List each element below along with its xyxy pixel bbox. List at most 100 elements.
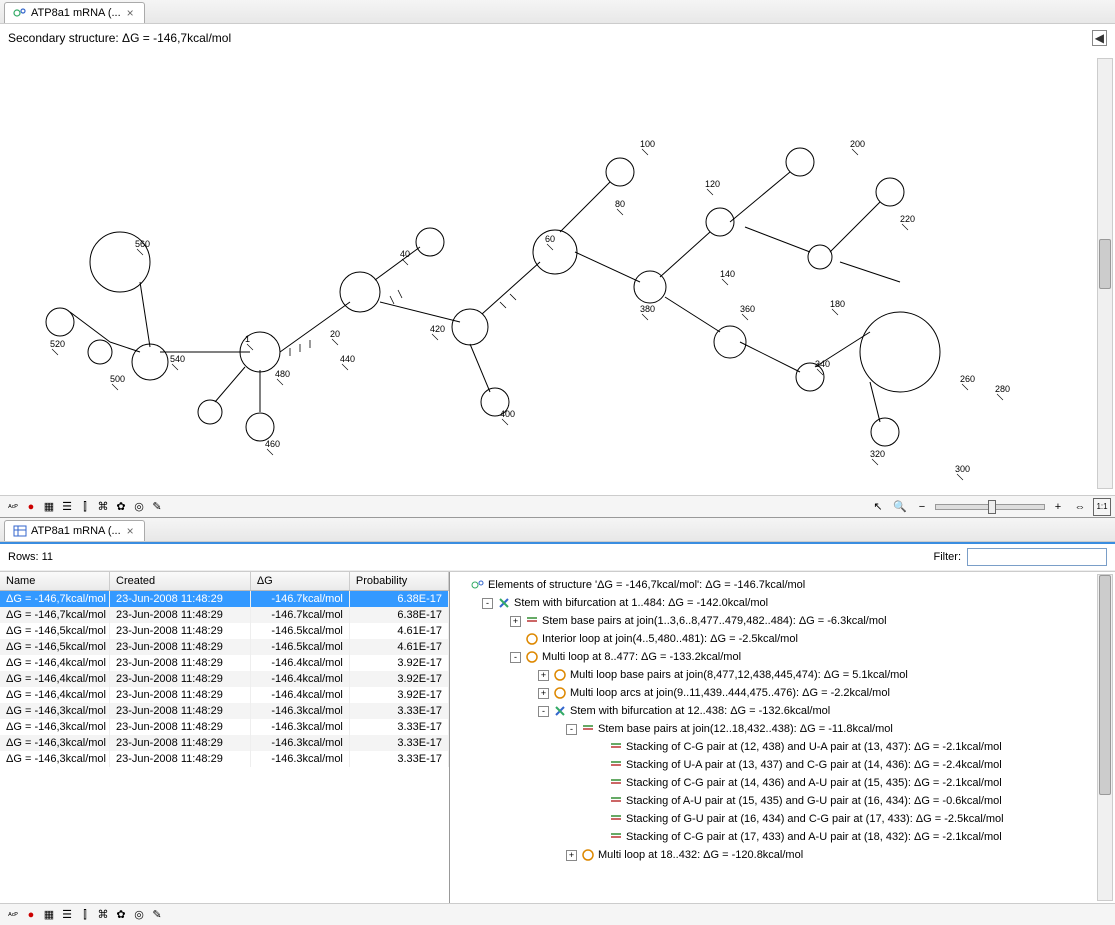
structure-tree-pane[interactable]: Elements of structure 'ΔG = -146,7kcal/m… xyxy=(450,572,1115,903)
structure-viewer[interactable]: 1204060801001201401802002202602803003203… xyxy=(0,52,1115,495)
tree-node[interactable]: -Multi loop at 8..477: ΔG = -133.2kcal/m… xyxy=(454,648,1111,666)
tree-node-label: Stem base pairs at join(12..18,432..438)… xyxy=(598,723,893,735)
histogram-icon[interactable]: ⫿ xyxy=(76,498,94,516)
table-icon[interactable]: ▦ xyxy=(40,497,58,515)
tree-node[interactable]: Stacking of G-U pair at (16, 434) and C-… xyxy=(454,810,1111,828)
tree-scrollbar[interactable] xyxy=(1097,574,1113,901)
results-table-pane: Name Created ΔG Probability ΔG = -146,7k… xyxy=(0,572,450,903)
top-tab-bar: ATP8a1 mRNA (... × xyxy=(0,0,1115,24)
stack-icon xyxy=(525,614,539,628)
target-icon[interactable]: ◎ xyxy=(130,497,148,515)
zoom-in-icon[interactable]: 🔍 xyxy=(891,498,909,516)
expander-icon[interactable]: + xyxy=(538,688,549,699)
structure-title: Secondary structure: ΔG = -146,7kcal/mol xyxy=(8,31,231,45)
table-row[interactable]: ΔG = -146,3kcal/mol23-Jun-2008 11:48:29-… xyxy=(0,719,449,735)
table-row[interactable]: ΔG = -146,4kcal/mol23-Jun-2008 11:48:29-… xyxy=(0,655,449,671)
acp[interactable]: ᴬᶜᴾ xyxy=(4,906,22,924)
edit-icon[interactable]: ✎ xyxy=(148,905,166,923)
position-label: 80 xyxy=(615,199,625,209)
flower-icon[interactable]: ✿ xyxy=(112,497,130,515)
tree-node[interactable]: +Multi loop at 18..432: ΔG = -120.8kcal/… xyxy=(454,846,1111,864)
table-row[interactable]: ΔG = -146,3kcal/mol23-Jun-2008 11:48:29-… xyxy=(0,751,449,767)
bottom-tab[interactable]: ATP8a1 mRNA (... × xyxy=(4,520,145,541)
tree-node[interactable]: +Stem base pairs at join(1..3,6..8,477..… xyxy=(454,612,1111,630)
zoom-slider[interactable] xyxy=(935,504,1045,510)
tree-node[interactable]: Stacking of C-G pair at (12, 438) and U-… xyxy=(454,738,1111,756)
plus-icon[interactable]: + xyxy=(1049,498,1067,516)
loop-icon xyxy=(525,650,539,664)
tree-node[interactable]: Stacking of C-G pair at (17, 433) and A-… xyxy=(454,828,1111,846)
histogram-icon[interactable]: ⫿ xyxy=(76,906,94,924)
expander-icon[interactable]: + xyxy=(538,670,549,681)
table-row[interactable]: ΔG = -146,4kcal/mol23-Jun-2008 11:48:29-… xyxy=(0,687,449,703)
results-panel: ATP8a1 mRNA (... × Rows: 11 Filter: Name… xyxy=(0,518,1115,925)
tree-node-label: Multi loop base pairs at join(8,477,12,4… xyxy=(570,669,908,681)
collapse-panel-icon[interactable]: ◀ xyxy=(1092,30,1107,46)
col-dg[interactable]: ΔG xyxy=(250,572,349,591)
results-table[interactable]: Name Created ΔG Probability ΔG = -146,7k… xyxy=(0,572,449,767)
vertical-scrollbar[interactable] xyxy=(1097,58,1113,489)
position-label: 220 xyxy=(900,214,915,224)
tree-node-label: Stem with bifurcation at 12..438: ΔG = -… xyxy=(570,705,830,717)
col-prob[interactable]: Probability xyxy=(349,572,448,591)
tree-node[interactable]: Stacking of C-G pair at (14, 436) and A-… xyxy=(454,774,1111,792)
list-icon[interactable]: ☰ xyxy=(58,497,76,515)
structure-viewer-panel: ATP8a1 mRNA (... × Secondary structure: … xyxy=(0,0,1115,518)
tree-node[interactable]: -Stem with bifurcation at 1..484: ΔG = -… xyxy=(454,594,1111,612)
tree-node[interactable]: +Multi loop arcs at join(9..11,439..444,… xyxy=(454,684,1111,702)
flower-icon[interactable]: ✿ xyxy=(112,905,130,923)
one-to-one-icon[interactable]: 1:1 xyxy=(1093,498,1111,516)
expander-icon[interactable]: + xyxy=(510,616,521,627)
edit-icon[interactable]: ✎ xyxy=(148,497,166,515)
position-label: 520 xyxy=(50,339,65,349)
table-row[interactable]: ΔG = -146,7kcal/mol23-Jun-2008 11:48:29-… xyxy=(0,591,449,608)
rna-icon[interactable]: ⌘ xyxy=(94,905,112,923)
tree-node[interactable]: Stacking of A-U pair at (15, 435) and G-… xyxy=(454,792,1111,810)
top-tab[interactable]: ATP8a1 mRNA (... × xyxy=(4,2,145,23)
expander-icon[interactable]: - xyxy=(510,652,521,663)
filter-input[interactable] xyxy=(967,548,1107,566)
acp[interactable]: ᴬᶜᴾ xyxy=(4,498,22,516)
close-icon[interactable]: × xyxy=(125,6,136,20)
tree-node[interactable]: Elements of structure 'ΔG = -146,7kcal/m… xyxy=(454,576,1111,594)
rna-icon[interactable]: ⌘ xyxy=(94,497,112,515)
list-icon[interactable]: ☰ xyxy=(58,905,76,923)
col-name[interactable]: Name xyxy=(0,572,110,591)
position-label: 1 xyxy=(245,334,250,344)
tree-node-label: Stacking of A-U pair at (15, 435) and G-… xyxy=(626,795,1002,807)
expander-icon[interactable]: - xyxy=(482,598,493,609)
tree-node[interactable]: - Stem base pairs at join(12..18,432..438… xyxy=(454,720,1111,738)
table-row[interactable]: ΔG = -146,5kcal/mol23-Jun-2008 11:48:29-… xyxy=(0,623,449,639)
table-row[interactable]: ΔG = -146,5kcal/mol23-Jun-2008 11:48:29-… xyxy=(0,639,449,655)
scroll-thumb[interactable] xyxy=(1099,239,1111,289)
col-created[interactable]: Created xyxy=(110,572,251,591)
tree-node[interactable]: Interior loop at join(4..5,480..481): ΔG… xyxy=(454,630,1111,648)
table-row[interactable]: ΔG = -146,3kcal/mol23-Jun-2008 11:48:29-… xyxy=(0,735,449,751)
table-icon xyxy=(13,524,27,538)
expander-icon[interactable]: + xyxy=(566,850,577,861)
table-row[interactable]: ΔG = -146,7kcal/mol23-Jun-2008 11:48:29-… xyxy=(0,607,449,623)
tab-label: ATP8a1 mRNA (... xyxy=(31,7,121,19)
tree-node-label: Interior loop at join(4..5,480..481): ΔG… xyxy=(542,633,798,645)
stack-icon xyxy=(609,794,623,808)
pointer-icon[interactable]: ↖ xyxy=(869,498,887,516)
scroll-thumb[interactable] xyxy=(1099,575,1111,795)
expander-icon[interactable]: - xyxy=(566,724,577,735)
tree-node[interactable]: + Multi loop base pairs at join(8,477,12,… xyxy=(454,666,1111,684)
position-label: 300 xyxy=(955,464,970,474)
minus-icon[interactable]: − xyxy=(913,498,931,516)
structure-title-row: Secondary structure: ΔG = -146,7kcal/mol… xyxy=(0,24,1115,52)
close-icon[interactable]: × xyxy=(125,524,136,538)
circle-red[interactable]: ● xyxy=(22,498,40,516)
table-row[interactable]: ΔG = -146,4kcal/mol23-Jun-2008 11:48:29-… xyxy=(0,671,449,687)
slider-thumb[interactable] xyxy=(988,500,996,514)
target-icon[interactable]: ◎ xyxy=(130,905,148,923)
circle-red[interactable]: ● xyxy=(22,906,40,924)
tree-node[interactable]: Stacking of U-A pair at (13, 437) and C-… xyxy=(454,756,1111,774)
position-label: 460 xyxy=(265,439,280,449)
expander-icon[interactable]: - xyxy=(538,706,549,717)
table-icon[interactable]: ▦ xyxy=(40,905,58,923)
table-row[interactable]: ΔG = -146,3kcal/mol23-Jun-2008 11:48:29-… xyxy=(0,703,449,719)
fit-width-icon[interactable]: ⇔ xyxy=(1071,498,1089,516)
tree-node[interactable]: - Stem with bifurcation at 12..438: ΔG = … xyxy=(454,702,1111,720)
